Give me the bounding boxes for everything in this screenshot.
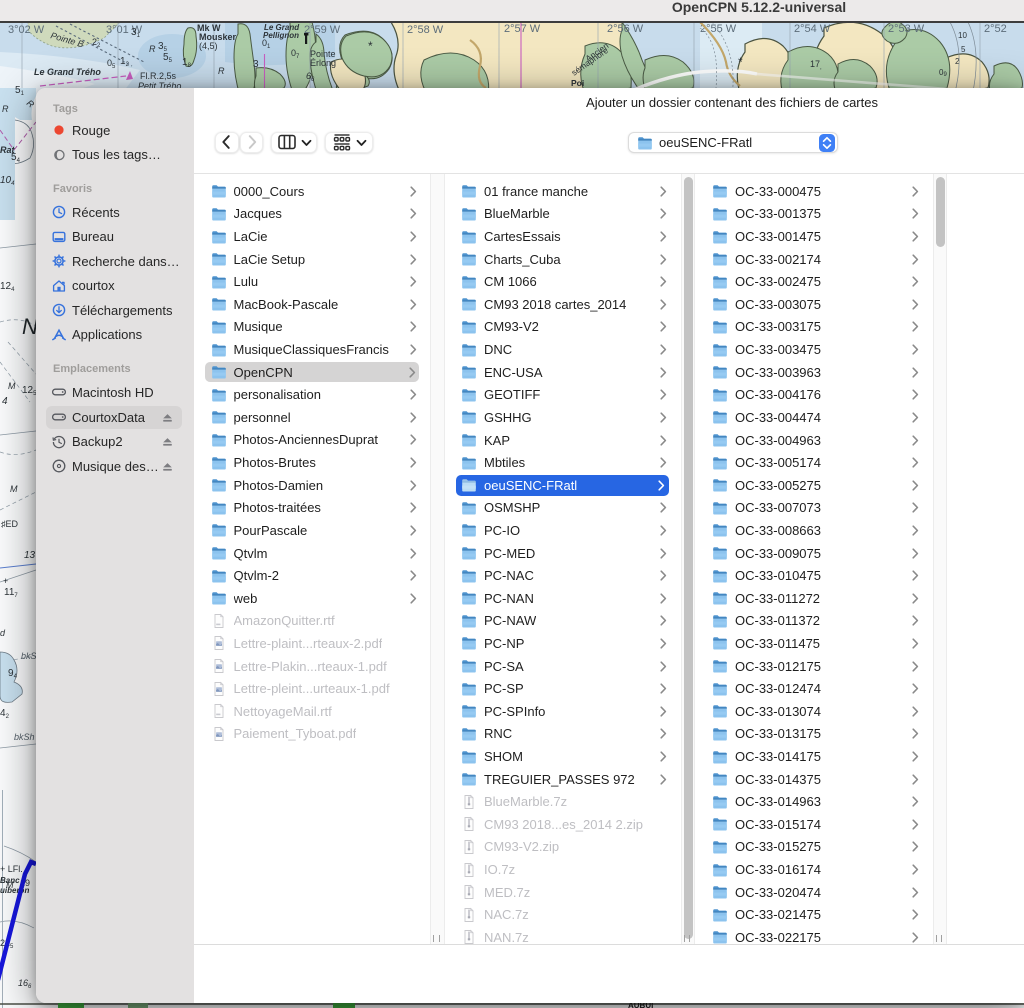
svg-text:2°56 W: 2°56 W xyxy=(607,23,644,35)
svg-text:+: + xyxy=(3,576,8,586)
svg-text:2°52: 2°52 xyxy=(984,23,1007,35)
svg-text:10: 10 xyxy=(958,31,967,40)
svg-text:M: M xyxy=(8,381,16,391)
svg-text:♯ED: ♯ED xyxy=(1,519,19,529)
svg-text:R: R xyxy=(2,104,9,114)
svg-text:R: R xyxy=(218,66,225,76)
svg-text:4: 4 xyxy=(2,396,8,407)
svg-text:2°54 W: 2°54 W xyxy=(794,23,831,35)
svg-text:Pellignon: Pellignon xyxy=(263,31,299,40)
svg-text:Le Grand Trého: Le Grand Trého xyxy=(34,67,101,77)
svg-text:Fl.R.2,5s: Fl.R.2,5s xyxy=(140,71,177,81)
svg-text:Poi: Poi xyxy=(571,78,584,88)
svg-text:*: * xyxy=(738,55,743,69)
svg-text:2°58 W: 2°58 W xyxy=(407,24,444,36)
svg-text:bkS: bkS xyxy=(21,651,37,661)
svg-text:Érlong: Érlong xyxy=(310,58,336,68)
svg-text:2°59 W: 2°59 W xyxy=(304,24,341,36)
svg-text:R: R xyxy=(149,44,156,54)
svg-text:bkSh: bkSh xyxy=(14,732,35,742)
svg-text:*: * xyxy=(368,39,373,53)
svg-text:2°57 W: 2°57 W xyxy=(504,23,541,35)
svg-text:(4,5): (4,5) xyxy=(199,41,218,51)
svg-text:3: 3 xyxy=(253,59,259,70)
svg-text:13: 13 xyxy=(24,550,36,561)
svg-text:+ LFl.: + LFl. xyxy=(0,864,23,874)
svg-text:Banc: Banc xyxy=(0,876,20,885)
svg-text:uiberon: uiberon xyxy=(0,886,29,895)
svg-text:2°53 W: 2°53 W xyxy=(888,23,925,35)
svg-text:5: 5 xyxy=(961,45,966,54)
svg-text:M: M xyxy=(10,484,18,494)
svg-text:3°02 W: 3°02 W xyxy=(8,24,45,36)
